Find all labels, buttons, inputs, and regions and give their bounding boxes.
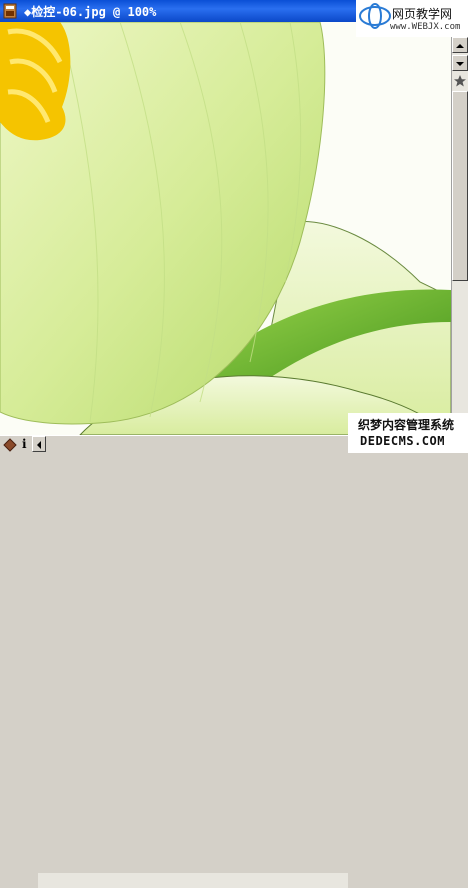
globe-logo-icon	[359, 3, 391, 29]
vertical-scrollbar[interactable]	[451, 37, 468, 435]
watermark-bottom-url: DEDECMS.COM	[360, 434, 445, 448]
info-icon[interactable]: i	[22, 437, 27, 451]
arrow-down-icon	[456, 62, 464, 66]
arrow-up-icon	[456, 44, 464, 48]
document-icon	[3, 3, 17, 19]
horizontal-scrollbar[interactable]	[38, 873, 348, 888]
flower-image	[0, 22, 451, 435]
scroll-down-button[interactable]	[452, 55, 468, 71]
stamen	[0, 22, 71, 141]
scroll-up-button[interactable]	[452, 37, 468, 53]
watermark-top-title: 网页教学网	[392, 7, 453, 21]
vertical-scroll-thumb[interactable]	[452, 91, 468, 281]
watermark-bottom-title: 织梦内容管理系统	[358, 418, 455, 432]
arrow-left-icon	[37, 441, 41, 449]
image-canvas[interactable]	[0, 22, 451, 435]
watermark-top-url: www.WEBJX.com	[390, 22, 461, 32]
star-icon[interactable]	[453, 73, 467, 87]
watermark-top: 网页教学网 www.WEBJX.com	[356, 0, 468, 37]
image-window: ◆检控-06.jpg @ 100% 网页教学网 www.WEBJX.com i …	[0, 0, 468, 888]
scroll-left-button[interactable]	[32, 436, 46, 452]
watermark-bottom: 织梦内容管理系统 DEDECMS.COM	[348, 413, 468, 453]
window-title: ◆检控-06.jpg @ 100%	[24, 5, 157, 19]
navigator-icon[interactable]	[3, 438, 17, 452]
